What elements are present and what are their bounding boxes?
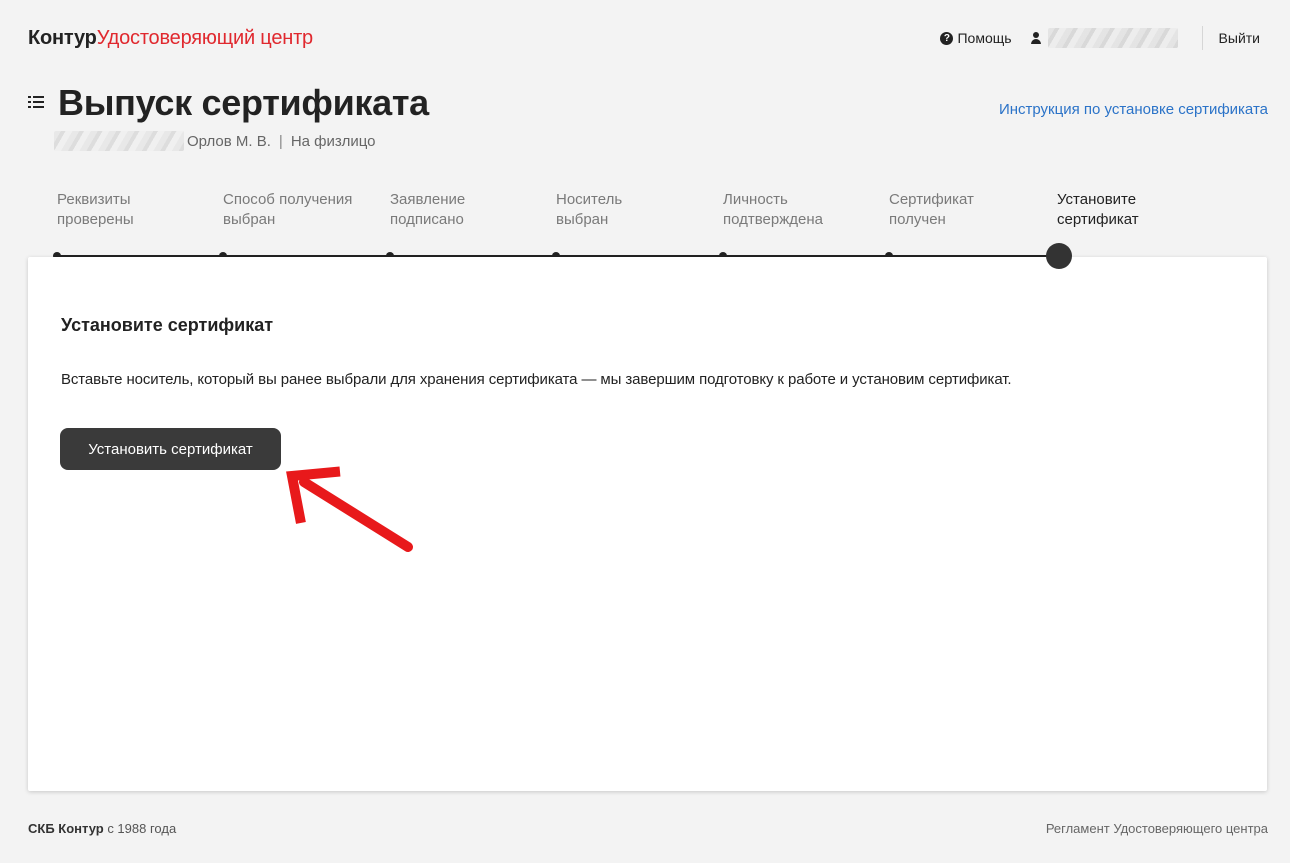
install-card: Установите сертификат Вставьте носитель,… xyxy=(28,257,1267,791)
help-link[interactable]: ? Помощь xyxy=(940,30,1012,46)
footer-company: СКБ Контур с 1988 года xyxy=(28,821,176,836)
step-certificate-received: Сертификат получен xyxy=(889,191,974,228)
header: КонтурУдостоверяющий центр ? Помощь Выйт… xyxy=(0,0,1290,72)
page: КонтурУдостоверяющий центр ? Помощь Выйт… xyxy=(0,0,1290,863)
user-name-redacted xyxy=(1047,28,1178,48)
step-identity-confirmed: Личность подтверждена xyxy=(723,191,823,228)
footer-company-name: СКБ Контур xyxy=(28,821,104,836)
certificate-type: На физлицо xyxy=(290,132,376,150)
logout-button[interactable]: Выйти xyxy=(1219,30,1260,46)
header-actions: ? Помощь Выйти xyxy=(940,26,1260,50)
subtitle-separator: | xyxy=(278,132,283,150)
person-name: Орлов М. В. xyxy=(187,132,271,150)
footer-since: с 1988 года xyxy=(103,821,177,836)
card-description: Вставьте носитель, который вы ранее выбр… xyxy=(61,371,1012,388)
header-divider xyxy=(1201,26,1203,50)
card-title: Установите сертификат xyxy=(61,315,274,335)
help-label: Помощь xyxy=(957,30,1012,46)
logo[interactable]: КонтурУдостоверяющий центр xyxy=(28,27,313,50)
logo-brand: Контур xyxy=(28,27,97,49)
regulation-link[interactable]: Регламент Удостоверяющего центра xyxy=(1046,821,1268,836)
step-application-signed: Заявление подписано xyxy=(390,191,466,228)
install-certificate-button[interactable]: Установить сертификат xyxy=(60,428,281,470)
step-media-selected: Носитель выбран xyxy=(556,191,623,228)
step-dot-current xyxy=(1046,243,1072,269)
step-install-certificate: Установите сертификат xyxy=(1057,191,1139,228)
step-delivery-method: Способ получения выбран xyxy=(223,191,353,228)
org-name-redacted xyxy=(54,131,184,151)
help-icon: ? xyxy=(940,31,954,45)
annotation-arrow-icon xyxy=(286,466,413,552)
install-instruction-link[interactable]: Инструкция по установке сертификата xyxy=(999,101,1268,118)
menu-icon[interactable] xyxy=(28,96,44,110)
user-menu[interactable] xyxy=(1030,28,1178,48)
step-requisites: Реквизиты проверены xyxy=(57,191,134,228)
user-icon xyxy=(1030,32,1042,44)
logo-product: Удостоверяющий центр xyxy=(96,27,313,49)
subtitle: Орлов М. В. | На физлицо xyxy=(54,131,375,151)
page-title: Выпуск сертификата xyxy=(58,82,429,123)
